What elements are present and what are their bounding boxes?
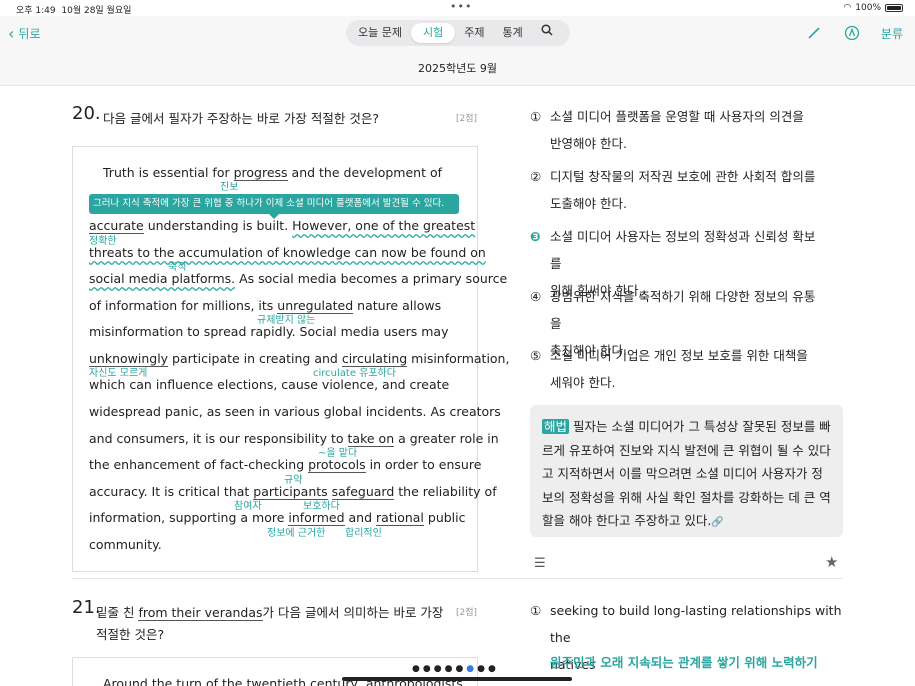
list-icon[interactable]: ☰ <box>534 556 546 571</box>
segmented-control: 오늘 문제 시험 주제 통계 <box>346 20 570 46</box>
battery-icon <box>885 4 903 12</box>
page-dot: ● <box>444 664 456 674</box>
passage-line: unknowingly participate in creating and … <box>89 351 510 367</box>
option-translation: 원주민과 오래 지속되는 관계를 쌓기 위해 노력하기 <box>550 655 818 670</box>
wifi-icon: ◠ <box>843 3 852 13</box>
question-title-line2: 적절한 것은? <box>96 627 165 642</box>
nav-right-actions: 분류 <box>805 24 903 42</box>
question-points: [2점] <box>456 114 478 124</box>
passage-line: accurate understanding is built. However… <box>89 218 476 234</box>
explanation-box: 해법 필자는 소셜 미디어가 그 특성상 잘못된 정보를 빠 르게 유포하여 진… <box>530 405 843 537</box>
chevron-left-icon: ‹ <box>8 23 15 43</box>
option-1[interactable]: ① 소셜 미디어 플랫폼을 운영할 때 사용자의 의견을 반영해야 한다. <box>530 103 820 157</box>
question-points: [2점] <box>456 608 478 618</box>
page-dot-current: ● <box>466 664 478 674</box>
gloss-rational: 합리적인 <box>345 528 382 539</box>
page-dot: ● <box>455 664 467 674</box>
battery-percent: 100% <box>855 3 881 13</box>
word-progress[interactable]: progress <box>233 165 288 181</box>
home-indicator[interactable] <box>342 677 572 681</box>
highlighted-sentence[interactable]: social media platforms. <box>89 271 235 286</box>
exam-subtitle: 2025학년도 9월 <box>418 62 497 75</box>
navigation-bar: ‹ 뒤로 오늘 문제 시험 주제 통계 분류 2025학년도 9월 <box>0 16 915 86</box>
page-dot: ● <box>412 664 423 674</box>
passage-line: accuracy. It is critical that participan… <box>89 484 497 500</box>
gloss-informed: 정보에 근거한 <box>267 528 326 539</box>
passage-line: social media platforms. As social media … <box>89 271 508 286</box>
star-icon[interactable]: ★ <box>825 553 838 571</box>
passage-line: Truth is essential for progress and the … <box>103 165 442 181</box>
translation-tooltip: 그러나 지식 축적에 가장 큰 위협 중 하나가 이제 소셜 미디어 플랫폼에서… <box>89 194 459 219</box>
question-title: 밑줄 친 from their verandas가 다음 글에서 의미하는 바로… <box>96 605 444 621</box>
status-bar: 오후 1:49 10월 28일 월요일 ••• ◠ 100% <box>0 0 915 16</box>
passage-line: and consumers, it is our responsibility … <box>89 431 499 447</box>
link-icon[interactable]: 🔗 <box>711 517 723 528</box>
passage-box: Truth is essential for progress and the … <box>72 146 509 572</box>
tab-today[interactable]: 오늘 문제 <box>349 23 411 43</box>
tab-stats[interactable]: 통계 <box>493 23 531 43</box>
markup-circle-icon[interactable] <box>843 24 861 42</box>
option-mark: ① <box>530 109 542 124</box>
passage-line: which can influence elections, cause vio… <box>89 377 450 392</box>
passage-line: widespread panic, as seen in various glo… <box>89 404 501 419</box>
page-dot: ● <box>477 664 489 674</box>
option-mark: ② <box>530 169 542 184</box>
word-rational[interactable]: rational <box>376 510 424 526</box>
passage-line: misinformation to spread rapidly. Social… <box>89 324 449 339</box>
question-title: 다음 글에서 필자가 주장하는 바로 가장 적절한 것은? <box>103 111 379 126</box>
back-label: 뒤로 <box>18 27 41 41</box>
highlighted-sentence[interactable]: threats to the accumulation of knowledge… <box>89 245 486 260</box>
classify-button[interactable]: 분류 <box>881 25 903 42</box>
back-button[interactable]: ‹ 뒤로 <box>8 25 41 42</box>
question-divider <box>72 578 843 579</box>
search-icon[interactable] <box>532 23 553 43</box>
multitasking-dots-icon[interactable]: ••• <box>450 0 472 13</box>
passage-line: community. <box>89 537 162 552</box>
passage-line: the enhancement of fact-checking protoco… <box>89 457 482 473</box>
page-indicator[interactable]: ●●●●●●●● <box>412 664 499 674</box>
page-dot: ● <box>433 664 445 674</box>
status-time-date: 오후 1:49 10월 28일 월요일 <box>16 6 132 16</box>
option-mark: ① <box>530 603 542 618</box>
tab-topic[interactable]: 주제 <box>455 23 493 43</box>
page-dot: ● <box>422 664 434 674</box>
pencil-icon[interactable] <box>805 24 823 42</box>
passage-line: threats to the accumulation of knowledge… <box>89 245 486 260</box>
highlighted-sentence[interactable]: However, one of the greatest <box>292 218 475 233</box>
question-number: 20. <box>72 103 101 124</box>
explanation-tag: 해법 <box>542 419 570 434</box>
option-5[interactable]: ⑤ 소셜 미디어 기업은 개인 정보 보호를 위한 대책을 세워야 한다. <box>530 342 820 396</box>
status-right: ◠ 100% <box>843 3 903 13</box>
gloss-progress: 진보 <box>220 182 239 193</box>
word-safeguard[interactable]: safeguard <box>331 484 395 500</box>
tab-exam[interactable]: 시험 <box>410 23 456 43</box>
passage-line: information, supporting a more informed … <box>89 510 466 526</box>
page-dot: ● <box>488 664 499 674</box>
word-protocols[interactable]: protocols <box>308 457 366 473</box>
option-2[interactable]: ② 디지털 창작물의 저작권 보호에 관한 사회적 합의를 도출해야 한다. <box>530 163 820 217</box>
option-mark: ⑤ <box>530 348 542 363</box>
